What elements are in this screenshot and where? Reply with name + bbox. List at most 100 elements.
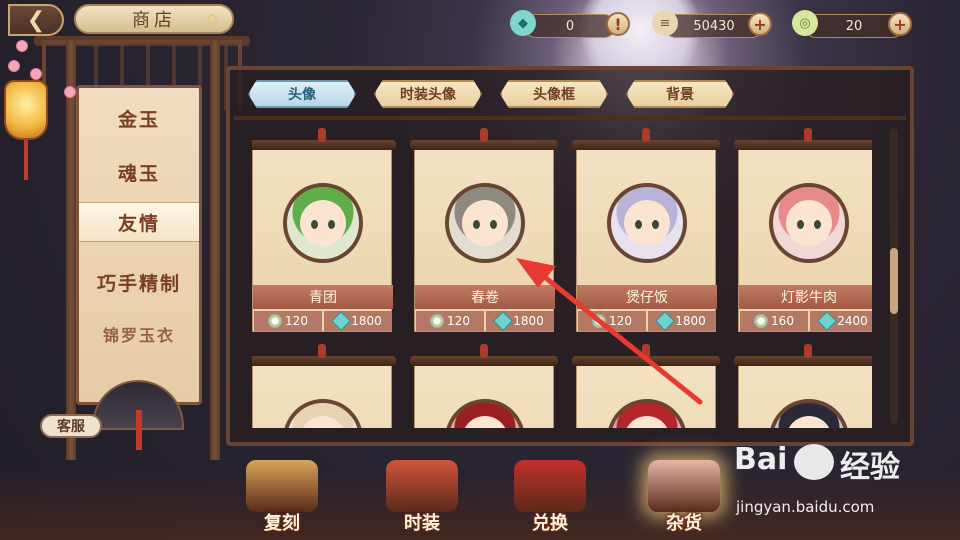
jade-gem-icon — [331, 311, 352, 331]
frame-post-left — [66, 40, 76, 460]
add-coin-button[interactable]: + — [888, 12, 912, 36]
coin-icon — [430, 314, 445, 328]
customer-service-button[interactable]: 客服 — [40, 414, 102, 438]
category-menu: 金玉 魂玉 友情 巧手精制 锦罗玉衣 — [76, 85, 202, 405]
hanging-hook — [318, 344, 326, 358]
avatar — [445, 399, 525, 428]
card-scroll: 煲仔饭 120 1800 — [576, 148, 717, 332]
watermark-logo-text: 经验 — [840, 450, 900, 485]
fan-tassel — [136, 410, 142, 450]
coin-icon — [592, 314, 607, 328]
back-button[interactable]: ❮ — [8, 4, 64, 36]
avatar — [283, 183, 363, 263]
top-bar: ❮ 商店 ⌂ 0 ◆ ! 50430 ≡ + 20 ◎ + — [0, 0, 960, 48]
coin-price: 120 — [254, 311, 322, 331]
menu-item-youqing[interactable]: 友情 — [79, 202, 199, 242]
home-icon[interactable]: ⌂ — [200, 8, 224, 29]
card-scroll: 春卷 120 1800 — [414, 148, 555, 332]
hanging-hook — [804, 344, 812, 358]
nav-label: 时装 — [404, 513, 440, 534]
tab-avatar-frame[interactable]: 头像框 — [500, 80, 608, 108]
price-row: 120 1800 — [415, 311, 555, 331]
currency-coin-value: 20 — [845, 18, 863, 34]
coin-price-value: 120 — [609, 314, 632, 328]
card-scroll — [252, 364, 392, 428]
blossom-icon — [8, 60, 20, 72]
hanging-rod — [734, 356, 872, 366]
jade-gem-icon — [817, 311, 838, 331]
gem-price-value: 2400 — [837, 314, 868, 328]
hanging-hook — [480, 128, 488, 142]
nav-exchange-button[interactable]: 兑换 — [500, 460, 600, 540]
hanging-hook — [804, 128, 812, 142]
avatar-face — [462, 200, 508, 246]
card-scroll: 青团 120 1800 — [252, 148, 393, 332]
alert-icon[interactable]: ! — [606, 12, 630, 36]
avatar-face — [624, 200, 670, 246]
frame-post-right — [210, 40, 220, 460]
scroll-thumb[interactable] — [890, 248, 898, 314]
watermark-logo: Bai — [734, 442, 788, 477]
hanging-hook — [642, 344, 650, 358]
coin-price-value: 160 — [771, 314, 794, 328]
tab-fashion-avatar[interactable]: 时装头像 — [374, 80, 482, 108]
gem-price-value: 1800 — [675, 314, 706, 328]
coin-price-value: 120 — [447, 314, 470, 328]
menu-item-jinyu[interactable]: 金玉 — [79, 98, 199, 138]
item-name: 煲仔饭 — [577, 285, 717, 309]
lantern-tassel — [24, 140, 28, 180]
nav-fuke-button[interactable]: 复刻 — [232, 460, 332, 540]
tab-avatar[interactable]: 头像 — [248, 80, 356, 108]
hanging-hook — [480, 344, 488, 358]
item-grid: 青团 120 1800 春卷 120 1800 煲仔饭 120 1800 灯影牛… — [252, 128, 872, 428]
avatar-face — [462, 416, 508, 428]
coin-price: 160 — [740, 311, 808, 331]
blossom-icon — [30, 68, 42, 80]
hanging-hook — [642, 128, 650, 142]
jade-gem-icon — [493, 311, 514, 331]
avatar — [607, 399, 687, 428]
lantern-icon — [4, 80, 48, 140]
coin-price: 120 — [416, 311, 484, 331]
robe-icon — [386, 460, 458, 512]
gem-price: 1800 — [486, 311, 554, 331]
food-bowl-icon — [648, 460, 720, 512]
avatar — [283, 399, 363, 428]
nav-grocery-button[interactable]: 杂货 — [634, 460, 734, 540]
paw-icon — [794, 444, 834, 480]
avatar — [769, 183, 849, 263]
price-row: 160 2400 — [739, 311, 872, 331]
card-scroll — [576, 364, 716, 428]
item-name: 青团 — [253, 285, 393, 309]
scroll-icon: ≡ — [652, 10, 678, 36]
baidu-watermark: Bai 经验 jingyan.baidu.com — [728, 442, 948, 522]
gem-price: 1800 — [648, 311, 716, 331]
avatar — [445, 183, 525, 263]
card-scroll — [414, 364, 554, 428]
gem-price-value: 1800 — [351, 314, 382, 328]
currency-jade: 0 — [524, 14, 616, 38]
nav-label: 杂货 — [666, 513, 702, 534]
add-scroll-button[interactable]: + — [748, 12, 772, 36]
hanging-rod — [734, 140, 872, 150]
tab-background[interactable]: 背景 — [626, 80, 734, 108]
price-row: 120 1800 — [577, 311, 717, 331]
menu-item-jinluo[interactable]: 锦罗玉衣 — [79, 314, 199, 354]
avatar-face — [624, 416, 670, 428]
menu-item-hunyu[interactable]: 魂玉 — [79, 152, 199, 192]
avatar-face — [300, 200, 346, 246]
nav-fashion-button[interactable]: 时装 — [372, 460, 472, 540]
jade-gem-icon — [655, 311, 676, 331]
gift-basket-icon — [246, 460, 318, 512]
item-name: 春卷 — [415, 285, 555, 309]
back-arrow-icon: ❮ — [26, 7, 46, 33]
blossom-icon — [64, 86, 76, 98]
gem-price: 2400 — [810, 311, 872, 331]
shop-screen: 金玉 魂玉 友情 巧手精制 锦罗玉衣 客服 ❮ 商店 ⌂ 0 ◆ ! 50430… — [0, 0, 960, 540]
jade-gem-icon: ◆ — [510, 10, 536, 36]
gem-price: 1800 — [324, 311, 392, 331]
item-name: 灯影牛肉 — [739, 285, 872, 309]
menu-item-qiaoshou[interactable]: 巧手精制 — [79, 262, 199, 302]
currency-scroll-value: 50430 — [693, 18, 735, 34]
scrollbar[interactable] — [890, 128, 898, 424]
